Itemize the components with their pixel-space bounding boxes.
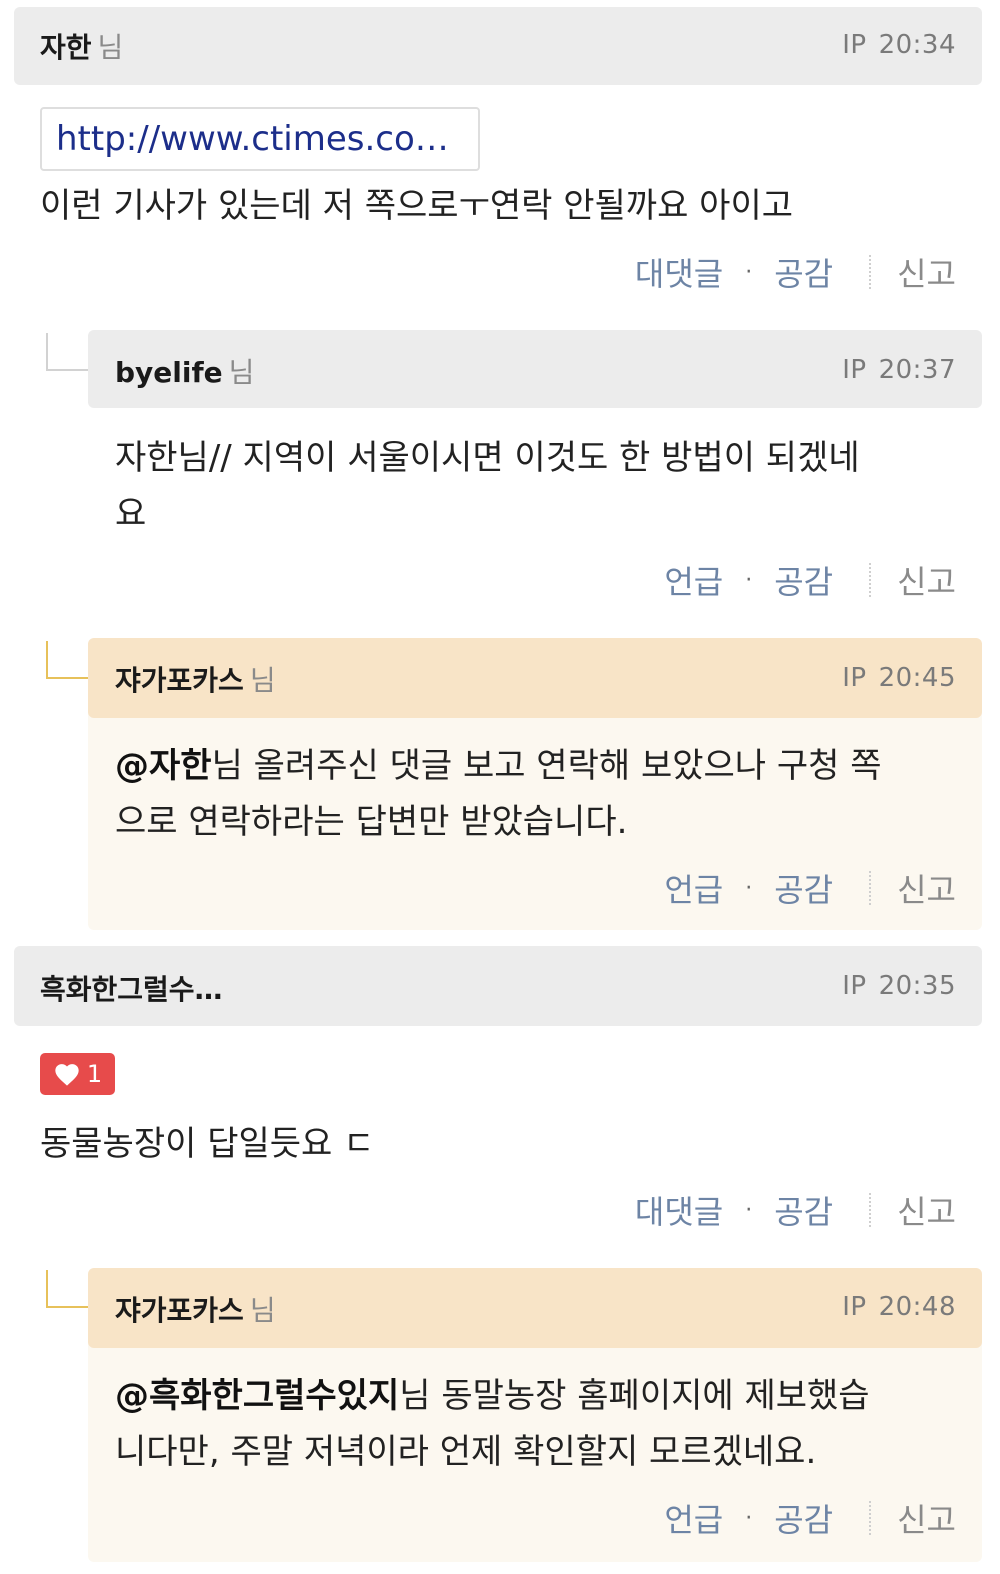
comment-meta: IP 20:45 [842, 663, 956, 693]
action-divider [869, 1193, 872, 1227]
comment-time: 20:48 [878, 1292, 956, 1322]
report-button[interactable]: 신고 [897, 1187, 956, 1233]
report-button[interactable]: 신고 [897, 557, 956, 603]
comment-author[interactable]: byelife 님 [115, 351, 254, 391]
comment-header [14, 7, 982, 85]
empathy-button[interactable]: 공감 [774, 1187, 833, 1233]
reply-connector [46, 641, 90, 679]
mention-button[interactable]: 언급 [664, 865, 723, 911]
comment-author[interactable]: 흑화한그럴수… [40, 968, 223, 1008]
comment-time: 20:45 [878, 663, 956, 693]
mention-tag[interactable]: @자한 [115, 746, 212, 786]
comment-meta: IP 20:37 [842, 355, 956, 385]
comment-text: 자한님// 지역이 서울이시면 이것도 한 방법이 되겠네 요 [115, 438, 860, 534]
action-divider [869, 255, 872, 289]
author-suffix: 님 [249, 1294, 276, 1327]
link-preview[interactable]: http://www.ctimes.co… [40, 107, 480, 171]
comment-author[interactable]: 쟈가포카스 님 [115, 659, 276, 699]
empathy-button[interactable]: 공감 [774, 1495, 833, 1541]
mention-tag[interactable]: @흑화한그럴수있지 [115, 1376, 399, 1416]
empathy-button[interactable]: 공감 [774, 249, 833, 295]
empathy-button[interactable]: 공감 [774, 865, 833, 911]
empathy-button[interactable]: 공감 [774, 557, 833, 603]
author-suffix: 님 [249, 664, 276, 697]
report-button[interactable]: 신고 [897, 1495, 956, 1541]
reply-connector [46, 333, 90, 371]
author-suffix: 님 [228, 356, 255, 389]
comment-time: 20:34 [878, 30, 956, 60]
comment-actions: 대댓글 · 공감 신고 [635, 1187, 956, 1233]
report-button[interactable]: 신고 [897, 249, 956, 295]
comment-time: 20:37 [878, 355, 956, 385]
reply-button[interactable]: 대댓글 [635, 1187, 723, 1233]
comment-actions: 대댓글 · 공감 신고 [635, 249, 956, 295]
comment-meta: IP 20:48 [842, 1292, 956, 1322]
comment-meta: IP 20:35 [842, 971, 956, 1001]
action-divider [869, 563, 872, 597]
author-suffix: 님 [97, 31, 124, 64]
action-divider [869, 871, 872, 905]
comment-actions: 언급 · 공감 신고 [664, 865, 956, 911]
like-count-badge[interactable]: 1 [40, 1053, 115, 1095]
comment-author[interactable]: 자한 님 [40, 26, 123, 66]
heart-icon [55, 1064, 79, 1086]
comment-text: 이런 기사가 있는데 저 쪽으로ㅜ연락 안될까요 아이고 [40, 186, 794, 226]
mention-button[interactable]: 언급 [664, 557, 723, 603]
comment-time: 20:35 [878, 971, 956, 1001]
comment-text: @자한님 올려주신 댓글 보고 연락해 보았으나 구청 쪽 으로 연락하라는 답… [115, 746, 882, 842]
reply-button[interactable]: 대댓글 [635, 249, 723, 295]
comment-text: 동물농장이 답일듯요 ㄷ [40, 1124, 375, 1164]
like-count: 1 [86, 1060, 103, 1088]
mention-button[interactable]: 언급 [664, 1495, 723, 1541]
action-divider [869, 1501, 872, 1535]
comment-actions: 언급 · 공감 신고 [664, 557, 956, 603]
report-button[interactable]: 신고 [897, 865, 956, 911]
reply-connector [46, 1270, 90, 1308]
comment-actions: 언급 · 공감 신고 [664, 1495, 956, 1541]
comment-author[interactable]: 쟈가포카스 님 [115, 1289, 276, 1329]
comment-meta: IP 20:34 [842, 30, 956, 60]
comment-text: @흑화한그럴수있지님 동말농장 홈페이지에 제보했습 니다만, 주말 저녁이라 … [115, 1376, 870, 1472]
